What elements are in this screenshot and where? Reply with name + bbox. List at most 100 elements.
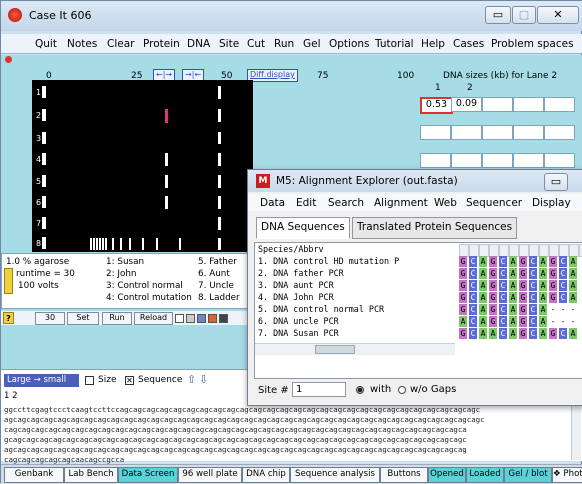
menu-sequencer[interactable]: Sequencer	[466, 197, 522, 209]
species-row-3[interactable]: 3. DNA aunt PCR	[258, 280, 334, 290]
nucleotide-cell[interactable]: G	[519, 256, 527, 267]
nucleotide-cell[interactable]: A	[479, 316, 487, 327]
runtime-value[interactable]: 30	[35, 312, 65, 325]
nucleotide-cell[interactable]: A	[539, 292, 547, 303]
nucleotide-cell[interactable]: A	[479, 268, 487, 279]
color-swatch[interactable]	[208, 314, 217, 323]
menu-options[interactable]: Options	[329, 38, 370, 50]
nucleotide-cell[interactable]: C	[529, 256, 537, 267]
menu-display[interactable]: Display	[532, 197, 571, 209]
dna-size-cell[interactable]	[482, 125, 513, 140]
large-small-toggle[interactable]: Large → small	[4, 374, 79, 387]
dna-size-cell[interactable]	[544, 97, 575, 112]
nucleotide-cell[interactable]: G	[549, 280, 557, 291]
nucleotide-cell[interactable]: -	[549, 304, 557, 315]
nucleotide-cell[interactable]: G	[459, 328, 467, 339]
menu-cut[interactable]: Cut	[247, 38, 265, 50]
dna-size-cell[interactable]	[420, 153, 451, 168]
nucleotide-cell[interactable]: C	[529, 304, 537, 315]
menu-dna[interactable]: DNA	[187, 38, 210, 50]
tab-loaded[interactable]: Loaded	[466, 467, 504, 483]
close-button[interactable]: ✕	[537, 6, 579, 24]
menu-tutorial[interactable]: Tutorial	[375, 38, 414, 50]
tab-data-screen[interactable]: Data Screen	[118, 467, 178, 483]
dna-size-cell[interactable]	[482, 97, 513, 112]
nucleotide-cell[interactable]: G	[489, 256, 497, 267]
nucleotide-cell[interactable]: A	[479, 256, 487, 267]
nucleotide-cell[interactable]: A	[459, 316, 467, 327]
reload-button[interactable]: Reload	[134, 312, 173, 325]
dna-size-cell[interactable]	[482, 153, 513, 168]
dna-size-cell[interactable]	[513, 97, 544, 112]
tab-sequence-analysis[interactable]: Sequence analysis	[290, 467, 380, 483]
site-number-input[interactable]: 1	[292, 382, 346, 397]
nucleotide-cell[interactable]: C	[499, 280, 507, 291]
set-button[interactable]: Set	[67, 312, 99, 325]
gel-power-icon[interactable]	[4, 268, 13, 294]
size-checkbox[interactable]	[85, 376, 94, 385]
menu-cases[interactable]: Cases	[453, 38, 484, 50]
nucleotide-cell[interactable]: G	[519, 280, 527, 291]
nucleotide-cell[interactable]: C	[469, 304, 477, 315]
nucleotide-cell[interactable]: A	[509, 304, 517, 315]
tab-photo[interactable]: ❖ Photo	[552, 467, 582, 483]
nucleotide-cell[interactable]: G	[519, 292, 527, 303]
nucleotide-cell[interactable]: -	[569, 316, 577, 327]
nucleotide-cell[interactable]: G	[489, 304, 497, 315]
nucleotide-cell[interactable]: A	[539, 256, 547, 267]
nucleotide-cell[interactable]: A	[539, 304, 547, 315]
dna-size-cell[interactable]	[544, 153, 575, 168]
tab-96-well-plate[interactable]: 96 well plate	[178, 467, 242, 483]
menu-problem-spaces[interactable]: Problem spaces	[491, 38, 574, 50]
nucleotide-cell[interactable]: G	[549, 268, 557, 279]
nucleotide-cell[interactable]: G	[489, 268, 497, 279]
tab-lab-bench[interactable]: Lab Bench	[64, 467, 118, 483]
nucleotide-cell[interactable]: G	[519, 316, 527, 327]
nucleotide-cell[interactable]: A	[539, 316, 547, 327]
dna-size-cell[interactable]	[451, 153, 482, 168]
species-row-7[interactable]: 7. DNA Susan PCR	[258, 328, 339, 338]
alignment-horizontal-scrollbar[interactable]	[255, 343, 455, 355]
nucleotide-cell[interactable]: C	[469, 292, 477, 303]
nucleotide-cell[interactable]: C	[529, 292, 537, 303]
menu-help[interactable]: Help	[421, 38, 445, 50]
nucleotide-cell[interactable]: A	[569, 328, 577, 339]
nucleotide-cell[interactable]: G	[519, 268, 527, 279]
nucleotide-cell[interactable]: A	[569, 280, 577, 291]
nucleotide-cell[interactable]: A	[509, 280, 517, 291]
nucleotide-cell[interactable]: G	[489, 280, 497, 291]
nucleotide-cell[interactable]: C	[559, 280, 567, 291]
species-row-1[interactable]: 1. DNA control HD mutation P	[258, 256, 399, 266]
menu-run[interactable]: Run	[274, 38, 294, 50]
nucleotide-cell[interactable]: C	[559, 292, 567, 303]
nucleotide-cell[interactable]: C	[469, 268, 477, 279]
species-row-5[interactable]: 5. DNA control normal PCR	[258, 304, 384, 314]
nucleotide-cell[interactable]: A	[539, 328, 547, 339]
nucleotide-cell[interactable]: -	[559, 304, 567, 315]
nucleotide-cell[interactable]: G	[519, 304, 527, 315]
minimize-button[interactable]: ▭	[485, 6, 511, 24]
species-row-2[interactable]: 2. DNA father PCR	[258, 268, 344, 278]
tab-dna-sequences[interactable]: DNA Sequences	[256, 217, 350, 239]
reset-icon[interactable]	[5, 56, 12, 63]
tab-dna-chip[interactable]: DNA chip	[242, 467, 290, 483]
nucleotide-cell[interactable]: A	[489, 328, 497, 339]
nucleotide-cell[interactable]: -	[569, 304, 577, 315]
nucleotide-cell[interactable]: C	[529, 268, 537, 279]
dna-size-cell[interactable]	[513, 125, 544, 140]
nucleotide-cell[interactable]: A	[509, 256, 517, 267]
sequence-checkbox[interactable]: ✕	[125, 376, 134, 385]
nucleotide-cell[interactable]: G	[459, 292, 467, 303]
tab-opened[interactable]: Opened	[428, 467, 466, 483]
nucleotide-cell[interactable]: A	[539, 280, 547, 291]
nucleotide-cell[interactable]: C	[559, 328, 567, 339]
alignment-minimize-button[interactable]: ▭	[544, 173, 568, 191]
scroll-thumb[interactable]	[315, 345, 355, 354]
species-row-6[interactable]: 6. DNA uncle PCR	[258, 316, 339, 326]
sequence-scrollbar[interactable]	[571, 404, 581, 460]
nucleotide-cell[interactable]: A	[479, 280, 487, 291]
nucleotide-cell[interactable]: C	[469, 316, 477, 327]
menu-data[interactable]: Data	[260, 197, 285, 209]
nucleotide-cell[interactable]: C	[499, 328, 507, 339]
nucleotide-cell[interactable]: G	[549, 256, 557, 267]
